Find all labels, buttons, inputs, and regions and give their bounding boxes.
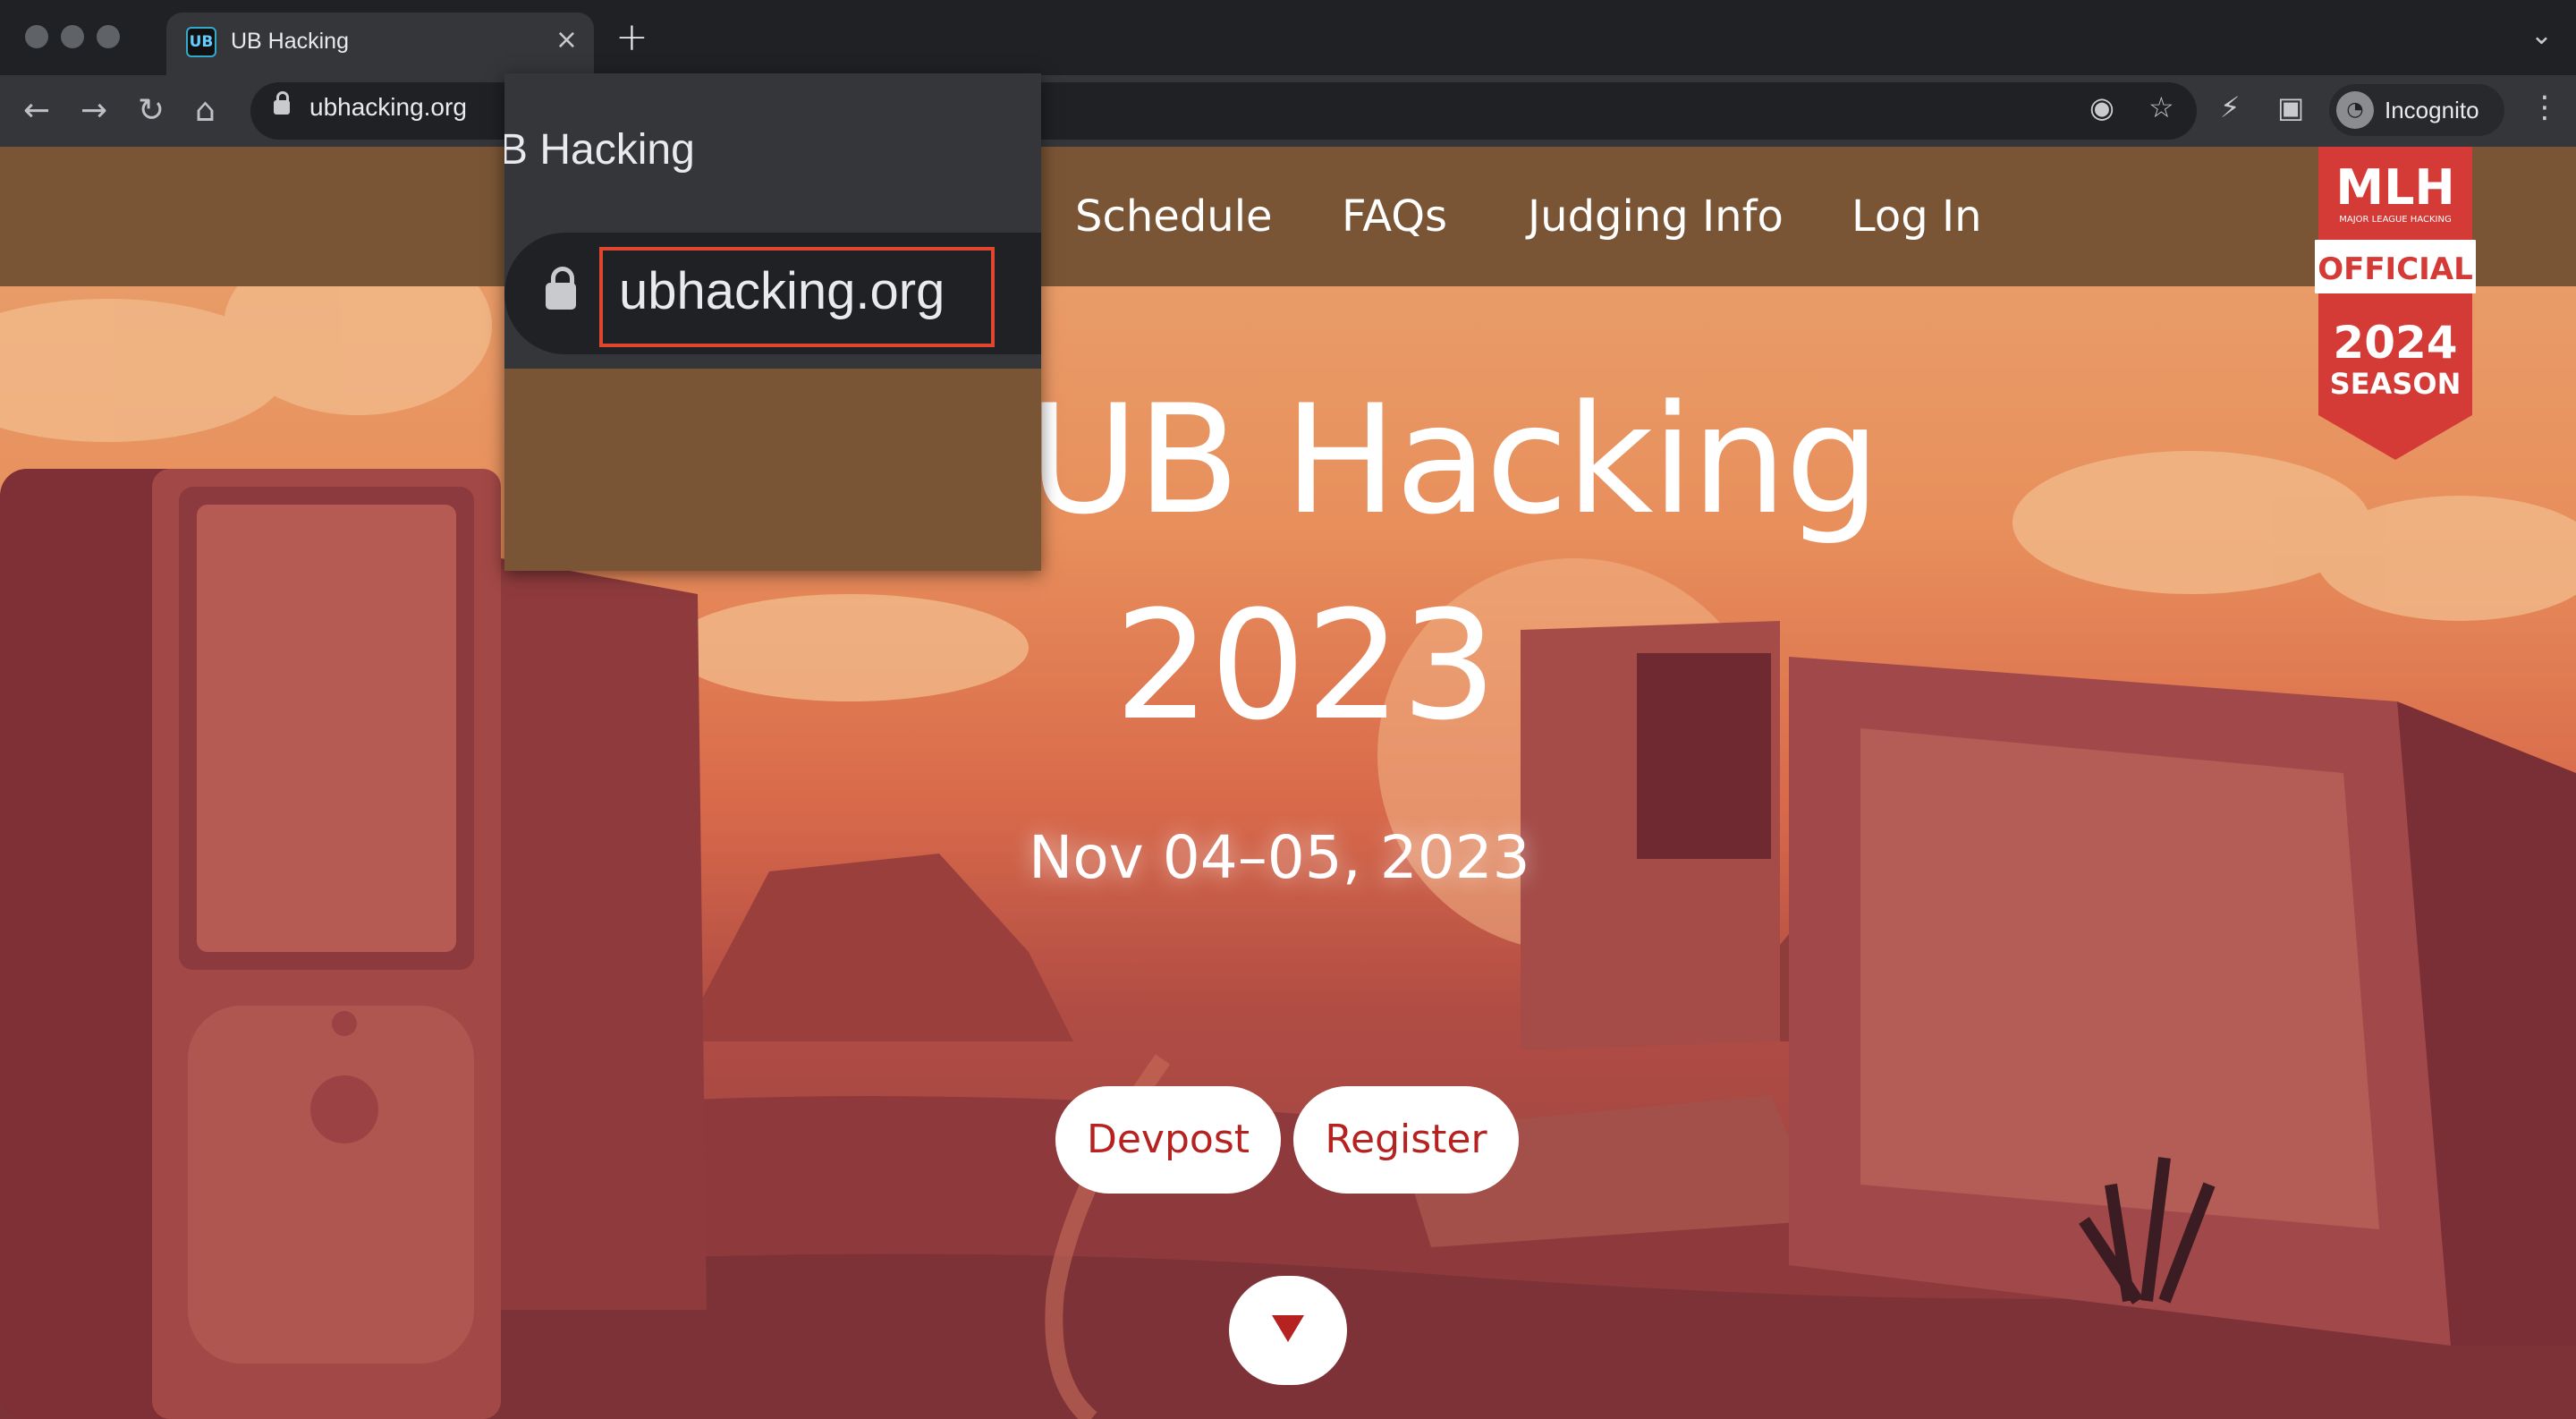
back-arrow-icon[interactable]: ←	[23, 93, 50, 129]
menu-dots-icon[interactable]: ⋮	[2529, 89, 2560, 125]
hero-year: 2023	[1114, 578, 1497, 753]
site-navbar	[0, 147, 2576, 286]
incognito-label: Incognito	[2385, 97, 2479, 123]
webpage: Schedule FAQs Judging Info Log In UB Hac…	[0, 147, 2576, 1419]
mlh-badge-season: SEASON	[2330, 367, 2462, 401]
zoom-lock-icon	[546, 267, 576, 310]
reload-icon[interactable]: ↻	[138, 93, 165, 129]
close-window-button[interactable]	[25, 25, 48, 48]
zoom-callout: B Hacking ubhacking.org	[504, 73, 1041, 571]
tab-strip: UB UB Hacking × + ⌄	[0, 0, 2576, 75]
mlh-badge[interactable]: MLH MAJOR LEAGUE HACKING OFFICIAL 2024 S…	[2315, 147, 2476, 460]
tab-close-icon[interactable]: ×	[555, 25, 578, 55]
mlh-badge-year: 2024	[2333, 317, 2457, 369]
side-panel-icon[interactable]: ▣	[2277, 91, 2304, 123]
mlh-badge-subtitle: MAJOR LEAGUE HACKING	[2339, 215, 2451, 225]
forward-arrow-icon[interactable]: →	[80, 93, 107, 129]
url-text[interactable]: ubhacking.org	[309, 93, 467, 122]
maximize-window-button[interactable]	[97, 25, 120, 48]
devpost-button[interactable]: Devpost	[1055, 1086, 1281, 1194]
zoom-tab-title: B Hacking	[504, 126, 695, 174]
mlh-badge-logo: MLH	[2335, 159, 2454, 216]
nav-link-faqs[interactable]: FAQs	[1342, 191, 1447, 242]
extensions-icon[interactable]: ⚡	[2220, 91, 2240, 123]
nav-link-judging-info[interactable]: Judging Info	[1528, 191, 1784, 242]
incognito-icon: ◔	[2336, 91, 2374, 129]
minimize-window-button[interactable]	[61, 25, 84, 48]
scroll-down-button[interactable]	[1229, 1276, 1347, 1385]
nav-link-schedule[interactable]: Schedule	[1075, 191, 1273, 242]
new-tab-button[interactable]: +	[615, 16, 648, 59]
favicon-icon: UB	[186, 27, 216, 57]
incognito-indicator[interactable]: ◔ Incognito	[2329, 84, 2504, 136]
bookmark-star-icon[interactable]: ☆	[2148, 91, 2174, 123]
hero-illustration	[0, 236, 2576, 1419]
eye-slash-icon[interactable]: ◉	[2089, 91, 2114, 123]
zoom-page-navbar	[504, 369, 1041, 571]
hero-date: Nov 04–05, 2023	[1029, 823, 1530, 892]
mlh-badge-official: OFFICIAL	[2318, 251, 2473, 287]
home-icon[interactable]: ⌂	[195, 93, 216, 129]
tab-search-chevron-icon[interactable]: ⌄	[2530, 20, 2553, 51]
hero-title: UB Hacking	[1029, 372, 1880, 548]
nav-link-log-in[interactable]: Log In	[1852, 191, 1982, 242]
tab-ub-hacking[interactable]: UB UB Hacking ×	[166, 13, 594, 75]
zoom-url-text: ubhacking.org	[619, 262, 945, 320]
lock-icon[interactable]	[274, 91, 290, 115]
register-button[interactable]: Register	[1293, 1086, 1519, 1194]
tab-title: UB Hacking	[231, 29, 349, 54]
